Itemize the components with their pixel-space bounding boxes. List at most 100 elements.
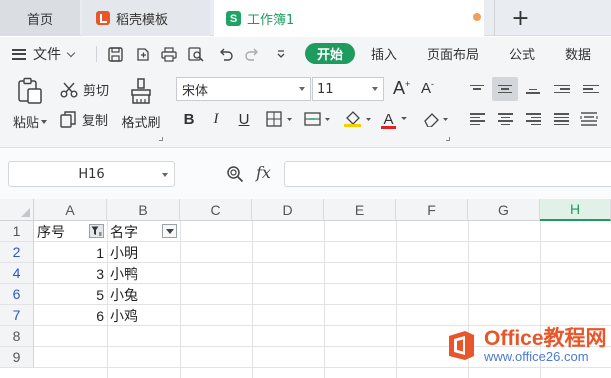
print-button[interactable] <box>160 45 178 63</box>
group-expander-icon[interactable] <box>159 137 163 141</box>
insert-function-button[interactable]: fx <box>256 163 271 182</box>
decrease-indent-button[interactable] <box>551 79 573 99</box>
watermark-brand: Office教程网 <box>484 327 607 350</box>
clear-format-button[interactable] <box>420 109 452 129</box>
filter-active-button[interactable] <box>89 224 104 238</box>
row-header[interactable]: 4 <box>0 263 34 284</box>
format-painter-icon <box>131 78 151 104</box>
paste-icon <box>18 77 42 104</box>
table-cell[interactable]: 小明 <box>107 242 180 263</box>
font-size-value: 11 <box>317 81 334 97</box>
align-center-icon <box>497 113 513 125</box>
increase-indent-button[interactable] <box>580 79 602 99</box>
paste-button[interactable]: 粘贴 <box>10 77 50 131</box>
plus-icon: + <box>511 5 530 31</box>
cut-button[interactable]: 剪切 <box>60 80 109 99</box>
font-name-select[interactable]: 宋体 <box>176 77 311 101</box>
decrease-font-button[interactable]: A- <box>421 79 434 98</box>
formula-bar: H16 fx <box>0 149 611 199</box>
align-middle-icon <box>498 84 512 94</box>
increase-font-button[interactable]: A + <box>393 78 410 99</box>
file-menu-button[interactable]: 文件 <box>12 44 76 64</box>
borders-button[interactable] <box>264 109 296 129</box>
justify-button[interactable] <box>550 109 572 129</box>
fill-color-button[interactable] <box>342 109 374 129</box>
column-header-f[interactable]: F <box>396 199 468 221</box>
redo-icon <box>244 48 258 61</box>
row-header[interactable]: 2 <box>0 242 34 263</box>
tab-page-layout[interactable]: 页面布局 <box>427 44 479 63</box>
name-box[interactable]: H16 <box>8 161 175 187</box>
print-preview-button[interactable] <box>187 45 205 63</box>
row-header[interactable]: 9 <box>0 347 34 368</box>
column-header-a[interactable]: A <box>34 199 107 221</box>
tab-templates[interactable]: 稻壳模板 <box>82 0 210 36</box>
tab-workbook[interactable]: S 工作簿1 <box>214 0 484 37</box>
justify-icon <box>553 113 569 125</box>
table-cell[interactable]: 1 <box>34 242 107 263</box>
redo-button[interactable] <box>243 45 261 63</box>
distributed-align-button[interactable] <box>578 109 600 129</box>
align-left-button[interactable] <box>466 109 488 129</box>
output-pdf-button[interactable] <box>133 45 151 63</box>
tab-home[interactable]: 首页 <box>0 0 80 36</box>
distributed-align-icon <box>580 112 598 126</box>
table-cell[interactable]: 5 <box>34 284 107 305</box>
tab-start[interactable]: 开始 <box>305 43 355 64</box>
new-tab-button[interactable]: + <box>494 0 546 36</box>
column-header-e[interactable]: E <box>324 199 396 221</box>
increase-indent-icon <box>583 84 599 94</box>
table-cell[interactable]: 小鸡 <box>107 305 180 326</box>
align-bottom-button[interactable] <box>522 81 544 101</box>
quick-access-more-button[interactable] <box>272 45 290 63</box>
bold-button[interactable]: B <box>181 109 197 129</box>
menu-bar: 文件 开始 插入 页面布局 公式 数据 <box>0 37 611 69</box>
row-header[interactable]: 6 <box>0 284 34 305</box>
caret-down-icon <box>372 87 378 91</box>
table-cell[interactable]: 6 <box>34 305 107 326</box>
italic-icon: I <box>213 110 219 127</box>
table-cell[interactable]: 小兔 <box>107 284 180 305</box>
column-header-g[interactable]: G <box>468 199 540 221</box>
align-top-button[interactable] <box>466 79 488 99</box>
formula-input[interactable] <box>284 161 611 187</box>
row-header[interactable]: 1 <box>0 221 34 242</box>
copy-button[interactable]: 复制 <box>60 110 108 129</box>
align-right-button[interactable] <box>522 109 544 129</box>
table-cell[interactable]: 3 <box>34 263 107 284</box>
format-painter-button[interactable]: 格式刷 <box>119 77 163 131</box>
tab-formulas[interactable]: 公式 <box>509 44 535 63</box>
format-painter-label: 格式刷 <box>121 116 161 131</box>
undo-button[interactable] <box>216 45 234 63</box>
underline-button[interactable]: U <box>236 109 252 129</box>
align-right-icon <box>525 113 541 125</box>
tab-insert[interactable]: 插入 <box>371 44 397 63</box>
column-header-d[interactable]: D <box>252 199 324 221</box>
caret-down-icon <box>400 117 407 120</box>
font-size-select[interactable]: 11 <box>312 77 384 101</box>
undo-icon <box>219 48 233 61</box>
font-color-icon: A <box>383 110 394 128</box>
column-header-b[interactable]: B <box>107 199 180 221</box>
merge-cells-button[interactable] <box>302 109 334 129</box>
borders-icon <box>266 111 292 127</box>
zoom-formula-icon[interactable] <box>226 165 244 183</box>
italic-button[interactable]: I <box>209 109 223 129</box>
align-left-icon <box>469 113 485 125</box>
tab-templates-label: 稻壳模板 <box>116 12 169 28</box>
align-center-button[interactable] <box>494 109 516 129</box>
column-header-h[interactable]: H <box>540 199 611 221</box>
select-all-button[interactable] <box>0 199 34 221</box>
align-middle-button[interactable] <box>492 77 518 101</box>
fill-bucket-icon <box>344 111 371 127</box>
table-cell[interactable]: 小鸭 <box>107 263 180 284</box>
group-expander-icon[interactable] <box>446 137 450 141</box>
font-color-button[interactable]: A <box>380 109 412 129</box>
column-header-c[interactable]: C <box>180 199 252 221</box>
tab-data[interactable]: 数据 <box>565 44 591 63</box>
eraser-icon <box>424 113 448 127</box>
row-header[interactable]: 8 <box>0 326 34 347</box>
row-header[interactable]: 7 <box>0 305 34 326</box>
save-button[interactable] <box>106 45 124 63</box>
filter-dropdown-button[interactable] <box>162 224 177 238</box>
